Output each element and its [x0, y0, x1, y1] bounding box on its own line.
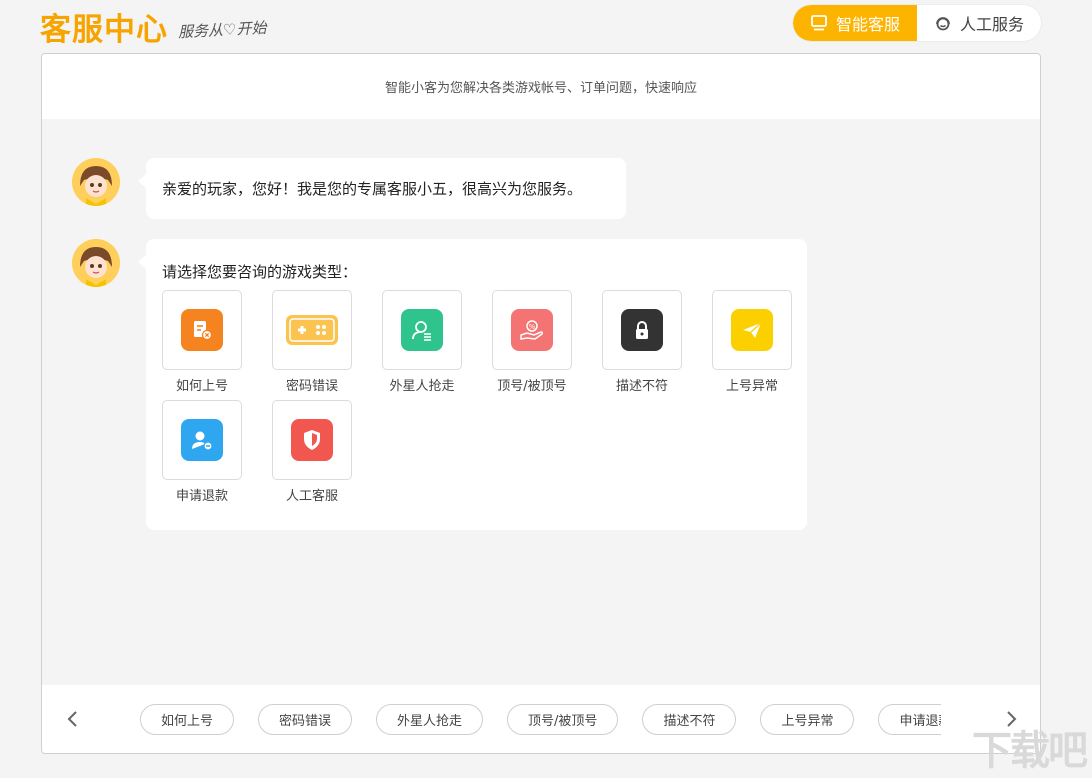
human-service-label: 人工服务	[959, 15, 1024, 34]
category-grid: 如何上号 密码错误 外星人抢走 % 顶号/被顶号 描述不符 上号异常 申请退款 …	[162, 290, 792, 504]
quick-chip[interactable]: 描述不符	[642, 704, 737, 735]
paper-plane-icon	[731, 309, 773, 351]
quick-chip[interactable]: 申请退款	[878, 704, 941, 735]
user-minus-icon	[181, 419, 223, 461]
category-label: 描述不符	[615, 379, 668, 394]
bot-avatar	[72, 239, 120, 287]
watermark: 下载吧	[972, 728, 1088, 774]
bot-message-categories: 请选择您要咨询的游戏类型： 如何上号 密码错误 外星人抢走 % 顶号/被顶号 描…	[72, 239, 807, 530]
quick-chip[interactable]: 如何上号	[140, 704, 235, 735]
category-tile-kicked-off[interactable]: % 顶号/被顶号	[492, 290, 572, 394]
tile-box	[712, 290, 792, 370]
category-label: 申请退款	[175, 489, 228, 504]
chat-panel: 智能小客为您解决各类游戏帐号、订单问题，快速响应 亲爱的玩家，您好！我是您的专属…	[41, 53, 1041, 754]
category-label: 如何上号	[175, 379, 228, 394]
quick-chips-viewport: 如何上号 密码错误 外星人抢走 顶号/被顶号 描述不符 上号异常 申请退款	[140, 704, 941, 736]
hand-percent-icon: %	[511, 309, 553, 351]
tile-box	[162, 400, 242, 480]
tile-box	[272, 400, 352, 480]
service-mode-switch: 智能客服 人工服务	[793, 5, 1041, 41]
scroll-left-button[interactable]	[62, 707, 82, 731]
svg-text:%: %	[529, 323, 536, 331]
smart-service-tab[interactable]: 智能客服	[793, 5, 917, 41]
user-list-icon	[401, 309, 443, 351]
quick-chips: 如何上号 密码错误 外星人抢走 顶号/被顶号 描述不符 上号异常 申请退款	[140, 704, 941, 735]
category-label: 密码错误	[285, 379, 338, 394]
quick-chip[interactable]: 密码错误	[258, 704, 353, 735]
category-tile-alien-taken[interactable]: 外星人抢走	[382, 290, 462, 394]
category-tile-description-mismatch[interactable]: 描述不符	[602, 290, 682, 394]
tile-box: %	[492, 290, 572, 370]
category-prompt: 请选择您要咨询的游戏类型：	[162, 263, 358, 281]
smart-service-label: 智能客服	[835, 15, 900, 34]
category-tile-login-abnormal[interactable]: 上号异常	[712, 290, 792, 394]
gamepad-icon	[285, 309, 339, 351]
document-icon	[181, 309, 223, 351]
greeting-bubble: 亲爱的玩家，您好！我是您的专属客服小五，很高兴为您服务。	[138, 158, 626, 219]
headset-icon	[934, 14, 952, 32]
lock-icon	[621, 309, 663, 351]
category-label: 外星人抢走	[389, 379, 455, 394]
categories-bubble: 请选择您要咨询的游戏类型： 如何上号 密码错误 外星人抢走 % 顶号/被顶号 描…	[138, 239, 807, 530]
monitor-icon	[810, 14, 828, 32]
human-service-tab[interactable]: 人工服务	[917, 5, 1041, 41]
tile-box	[272, 290, 352, 370]
chevron-left-icon	[67, 711, 77, 727]
logo: 客服中心 服务从♡开始	[40, 6, 267, 48]
quick-chip[interactable]: 上号异常	[760, 704, 855, 735]
category-label: 人工客服	[285, 489, 338, 504]
shield-icon	[291, 419, 333, 461]
category-tile-login-help[interactable]: 如何上号	[162, 290, 242, 394]
tile-box	[162, 290, 242, 370]
category-tile-refund[interactable]: 申请退款	[162, 400, 242, 504]
logo-slogan: 服务从♡开始	[177, 18, 267, 41]
category-label: 上号异常	[725, 379, 778, 394]
tile-box	[602, 290, 682, 370]
tile-box	[382, 290, 462, 370]
category-tile-password-error[interactable]: 密码错误	[272, 290, 352, 394]
category-label: 顶号/被顶号	[497, 379, 567, 394]
quick-chip[interactable]: 外星人抢走	[376, 704, 484, 735]
bot-avatar	[72, 158, 120, 206]
bot-message-greeting: 亲爱的玩家，您好！我是您的专属客服小五，很高兴为您服务。	[72, 158, 626, 219]
quick-question-bar: 如何上号 密码错误 外星人抢走 顶号/被顶号 描述不符 上号异常 申请退款	[42, 685, 1040, 753]
logo-text: 客服中心	[40, 11, 168, 48]
quick-chip[interactable]: 顶号/被顶号	[507, 704, 619, 735]
category-tile-human-service[interactable]: 人工客服	[272, 400, 352, 504]
panel-subtitle: 智能小客为您解决各类游戏帐号、订单问题，快速响应	[42, 54, 1040, 119]
